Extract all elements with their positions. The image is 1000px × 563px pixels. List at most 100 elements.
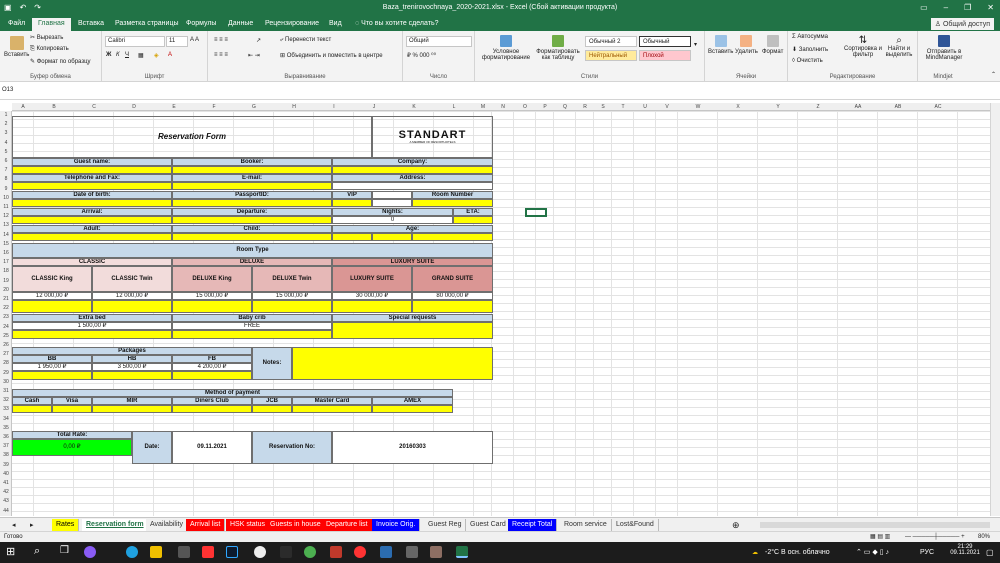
qty-classic-king[interactable] (12, 300, 92, 313)
styles-scroll-icon[interactable]: ▾ (694, 41, 697, 48)
column-header-j[interactable]: J (354, 104, 394, 110)
row-header-29[interactable]: 29 (0, 370, 12, 376)
excel-icon[interactable] (456, 546, 468, 558)
font-name-select[interactable]: Calibri (105, 36, 165, 47)
sheet-scroll-right-icon[interactable]: ▸ (26, 519, 38, 531)
close-icon[interactable]: ✕ (987, 3, 994, 12)
row-header-19[interactable]: 19 (0, 278, 12, 284)
tab-insert[interactable]: Вставка (78, 20, 104, 27)
tab-data[interactable]: Данные (228, 20, 253, 27)
row-header-33[interactable]: 33 (0, 406, 12, 412)
guest-name-field[interactable] (12, 166, 172, 174)
weather-icon[interactable]: ☁ (752, 549, 758, 556)
underline-button[interactable]: Ч (125, 52, 129, 58)
horizontal-scrollbar[interactable] (760, 522, 990, 528)
row-header-23[interactable]: 23 (0, 314, 12, 320)
notifications-icon[interactable]: ▢ (986, 548, 994, 557)
row-header-4[interactable]: 4 (0, 140, 12, 146)
row-header-28[interactable]: 28 (0, 360, 12, 366)
pay-mastercard-field[interactable] (292, 405, 372, 413)
edge-icon[interactable] (126, 546, 138, 558)
copy-button[interactable]: ⎘ Копировать (30, 46, 69, 53)
tab-review[interactable]: Рецензирование (265, 20, 319, 27)
column-header-k[interactable]: K (394, 104, 434, 110)
row-header-44[interactable]: 44 (0, 508, 12, 514)
row-header-27[interactable]: 27 (0, 351, 12, 357)
age-field-1[interactable] (332, 233, 372, 241)
departure-field[interactable] (172, 216, 332, 224)
sheet-tab-receipt-total[interactable]: Receipt Total (508, 519, 558, 531)
bold-button[interactable]: Ж (106, 52, 111, 58)
column-header-s[interactable]: S (594, 104, 612, 110)
tab-view[interactable]: Вид (329, 20, 342, 27)
clear-button[interactable]: ◊ Очистить (792, 58, 823, 64)
pay-jcb-field[interactable] (252, 405, 292, 413)
passport-field[interactable] (172, 199, 332, 207)
column-header-b[interactable]: B (34, 104, 74, 110)
column-header-w[interactable]: W (678, 104, 718, 110)
row-header-22[interactable]: 22 (0, 305, 12, 311)
tab-formulas[interactable]: Формулы (186, 20, 216, 27)
wrap-text-button[interactable]: ⤶ Перенести текст (280, 37, 331, 44)
row-header-43[interactable]: 43 (0, 498, 12, 504)
vip-field[interactable] (372, 191, 412, 199)
sheet-tab-lost-found[interactable]: Lost&Found (612, 519, 659, 531)
explorer-icon[interactable] (150, 546, 162, 558)
send-to-mindmanager-button[interactable]: Отправить в MindManager (921, 35, 967, 61)
app-icon-blue[interactable] (380, 546, 392, 558)
arrival-field[interactable] (12, 216, 172, 224)
sheet-scroll-left-icon[interactable]: ◂ (8, 519, 20, 531)
row-header-10[interactable]: 10 (0, 195, 12, 201)
column-header-t[interactable]: T (612, 104, 634, 110)
row-header-7[interactable]: 7 (0, 167, 12, 173)
sheet-tab-arrival-list[interactable]: Arrival list (186, 519, 226, 531)
style-normal[interactable]: Обычный (639, 36, 691, 47)
maximize-icon[interactable]: ❐ (964, 3, 971, 12)
minimize-icon[interactable]: – (944, 3, 948, 12)
insert-cells-button[interactable]: Вставить (708, 35, 733, 55)
adult-field[interactable] (12, 233, 172, 241)
column-header-p[interactable]: P (536, 104, 554, 110)
row-header-21[interactable]: 21 (0, 296, 12, 302)
font-size-select[interactable]: 11 (166, 36, 188, 47)
row-header-20[interactable]: 20 (0, 287, 12, 293)
child-field[interactable] (172, 233, 332, 241)
sheet-tab-guests-in-house[interactable]: Guests in house (266, 519, 326, 531)
tray-icons[interactable]: ⌃ ▭ ◆ ▯ ♪ (856, 548, 889, 556)
chrome-icon[interactable] (304, 546, 316, 558)
paste-button[interactable]: Вставить (4, 36, 29, 58)
column-header-y[interactable]: Y (758, 104, 798, 110)
column-header-r[interactable]: R (576, 104, 594, 110)
row-header-5[interactable]: 5 (0, 149, 12, 155)
column-header-q[interactable]: Q (554, 104, 576, 110)
baby-crib-qty[interactable] (172, 330, 332, 339)
row-header-15[interactable]: 15 (0, 241, 12, 247)
tab-file[interactable]: Файл (8, 20, 25, 27)
indent-icon[interactable]: ⇤ ⇥ (248, 52, 260, 59)
phone-field[interactable] (12, 182, 172, 190)
delete-cells-button[interactable]: Удалить (735, 35, 758, 55)
row-header-24[interactable]: 24 (0, 324, 12, 330)
number-format-select[interactable]: Общий (406, 36, 472, 47)
currency-icon[interactable]: ₽ % 000 ⁰⁰ (407, 52, 436, 59)
app-icon-red[interactable] (330, 546, 342, 558)
notes-field[interactable] (292, 347, 493, 380)
cut-button[interactable]: ✂ Вырезать (30, 34, 63, 41)
format-cells-button[interactable]: Формат (762, 35, 783, 55)
row-header-26[interactable]: 26 (0, 342, 12, 348)
pay-amex-field[interactable] (372, 405, 453, 413)
app-icon-brown[interactable] (430, 546, 442, 558)
column-header-o[interactable]: O (514, 104, 536, 110)
qty-deluxe-twin[interactable] (252, 300, 332, 313)
vip-value[interactable] (332, 199, 372, 207)
row-header-11[interactable]: 11 (0, 204, 12, 210)
row-header-37[interactable]: 37 (0, 443, 12, 449)
task-view-icon[interactable]: ❒ (60, 545, 72, 557)
column-header-n[interactable]: N (492, 104, 514, 110)
extra-bed-qty[interactable] (12, 330, 172, 339)
row-header-35[interactable]: 35 (0, 425, 12, 431)
column-header-g[interactable]: G (234, 104, 274, 110)
qty-luxury-suite[interactable] (332, 300, 412, 313)
row-header-17[interactable]: 17 (0, 259, 12, 265)
sort-filter-button[interactable]: ⇅ Сортировка и фильтр (844, 35, 882, 58)
